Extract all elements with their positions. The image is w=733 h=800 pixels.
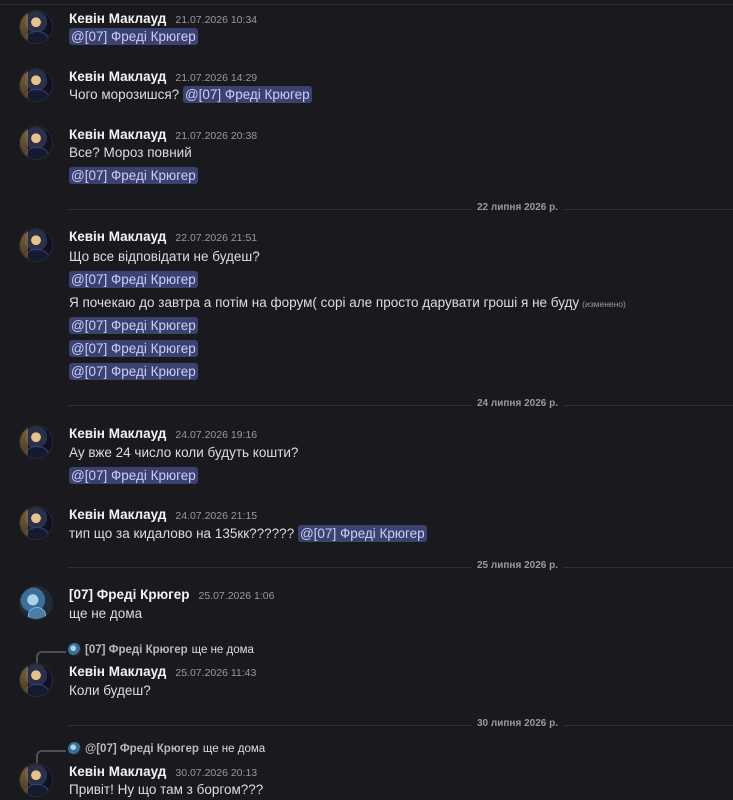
date-divider: 22 липня 2026 р. — [68, 202, 733, 213]
date-divider-label: 30 липня 2026 р. — [471, 718, 563, 729]
message-author[interactable]: Кевін Маклауд — [69, 11, 166, 26]
message-author[interactable]: Кевін Маклауд — [69, 664, 166, 679]
message-text: Ау вже 24 число коли будуть кошти? — [69, 445, 299, 460]
avatar[interactable] — [20, 587, 52, 619]
message-timestamp: 24.07.2026 19:16 — [175, 429, 258, 441]
reply-author[interactable]: @[07] Фреді Крюгер — [85, 743, 199, 755]
user-mention[interactable]: @[07] Фреді Крюгер — [182, 86, 312, 103]
user-mention[interactable]: @[07] Фреді Крюгер — [69, 271, 198, 288]
reply-connector — [36, 651, 66, 665]
date-divider-label: 25 липня 2026 р. — [471, 560, 563, 571]
message-timestamp: 21.07.2026 14:29 — [175, 72, 258, 84]
message-timestamp: 21.07.2026 10:34 — [175, 14, 258, 26]
reply-text: ще не дома — [191, 643, 254, 656]
date-divider-label: 24 липня 2026 р. — [471, 398, 563, 409]
user-mention[interactable]: @[07] Фреді Крюгер — [69, 467, 198, 484]
message-author[interactable]: Кевін Маклауд — [69, 764, 166, 779]
message-author[interactable]: Кевін Маклауд — [69, 426, 166, 441]
reply-text: ще не дома — [202, 742, 266, 755]
user-mention[interactable]: @[07] Фреді Крюгер — [69, 363, 198, 380]
user-mention[interactable]: @[07] Фреді Крюгер — [69, 28, 198, 45]
date-divider: 24 липня 2026 р. — [68, 398, 733, 409]
date-divider: 30 липня 2026 р. — [68, 718, 733, 729]
avatar[interactable] — [20, 426, 52, 458]
message-timestamp: 21.07.2026 20:38 — [175, 130, 258, 142]
avatar[interactable] — [20, 664, 52, 696]
message-author[interactable]: Кевін Маклауд — [69, 127, 166, 142]
message-author[interactable]: Кевін Маклауд — [69, 507, 166, 522]
user-mention[interactable]: @[07] Фреді Крюгер — [69, 317, 198, 334]
message-timestamp: 24.07.2026 21:15 — [175, 510, 258, 522]
date-divider: 25 липня 2026 р. — [68, 560, 733, 571]
message-text: Коли будеш? — [69, 683, 151, 698]
avatar[interactable] — [20, 11, 52, 43]
message-text: Все? Мороз повний — [69, 145, 192, 160]
reply-avatar — [68, 643, 81, 656]
user-mention[interactable]: @[07] Фреді Крюгер — [297, 525, 427, 542]
message-text: тип що за кидалово на 135кк?????? — [69, 526, 295, 541]
message-author[interactable]: Кевін Маклауд — [69, 69, 166, 84]
reply-connector — [36, 750, 66, 764]
avatar[interactable] — [20, 507, 52, 539]
message-text: Чого морозишся? — [69, 87, 180, 102]
avatar[interactable] — [20, 127, 52, 159]
message-timestamp: 25.07.2026 1:06 — [198, 590, 275, 602]
message-author[interactable]: [07] Фреді Крюгер — [69, 587, 190, 602]
reply-author[interactable]: [07] Фреді Крюгер — [85, 644, 188, 656]
message-timestamp: 25.07.2026 11:43 — [175, 667, 257, 679]
avatar[interactable] — [20, 69, 52, 101]
avatar[interactable] — [20, 764, 52, 796]
message-text: Що все відповідати не будеш? — [69, 249, 260, 264]
edited-label: (изменено) — [582, 299, 626, 309]
top-separator — [0, 4, 733, 5]
message-text: Я почекаю до завтра а потім на форум( со… — [69, 295, 580, 310]
reply-avatar — [68, 742, 81, 755]
message-text: ще не дома — [69, 606, 143, 621]
message-timestamp: 22.07.2026 21:51 — [175, 232, 258, 244]
message-timestamp: 30.07.2026 20:13 — [175, 767, 258, 779]
message-text: Привіт! Ну що там з боргом??? — [69, 782, 264, 797]
date-divider-label: 22 липня 2026 р. — [471, 202, 563, 213]
user-mention[interactable]: @[07] Фреді Крюгер — [69, 167, 198, 184]
message-author[interactable]: Кевін Маклауд — [69, 229, 166, 244]
avatar[interactable] — [20, 229, 52, 261]
user-mention[interactable]: @[07] Фреді Крюгер — [69, 340, 198, 357]
